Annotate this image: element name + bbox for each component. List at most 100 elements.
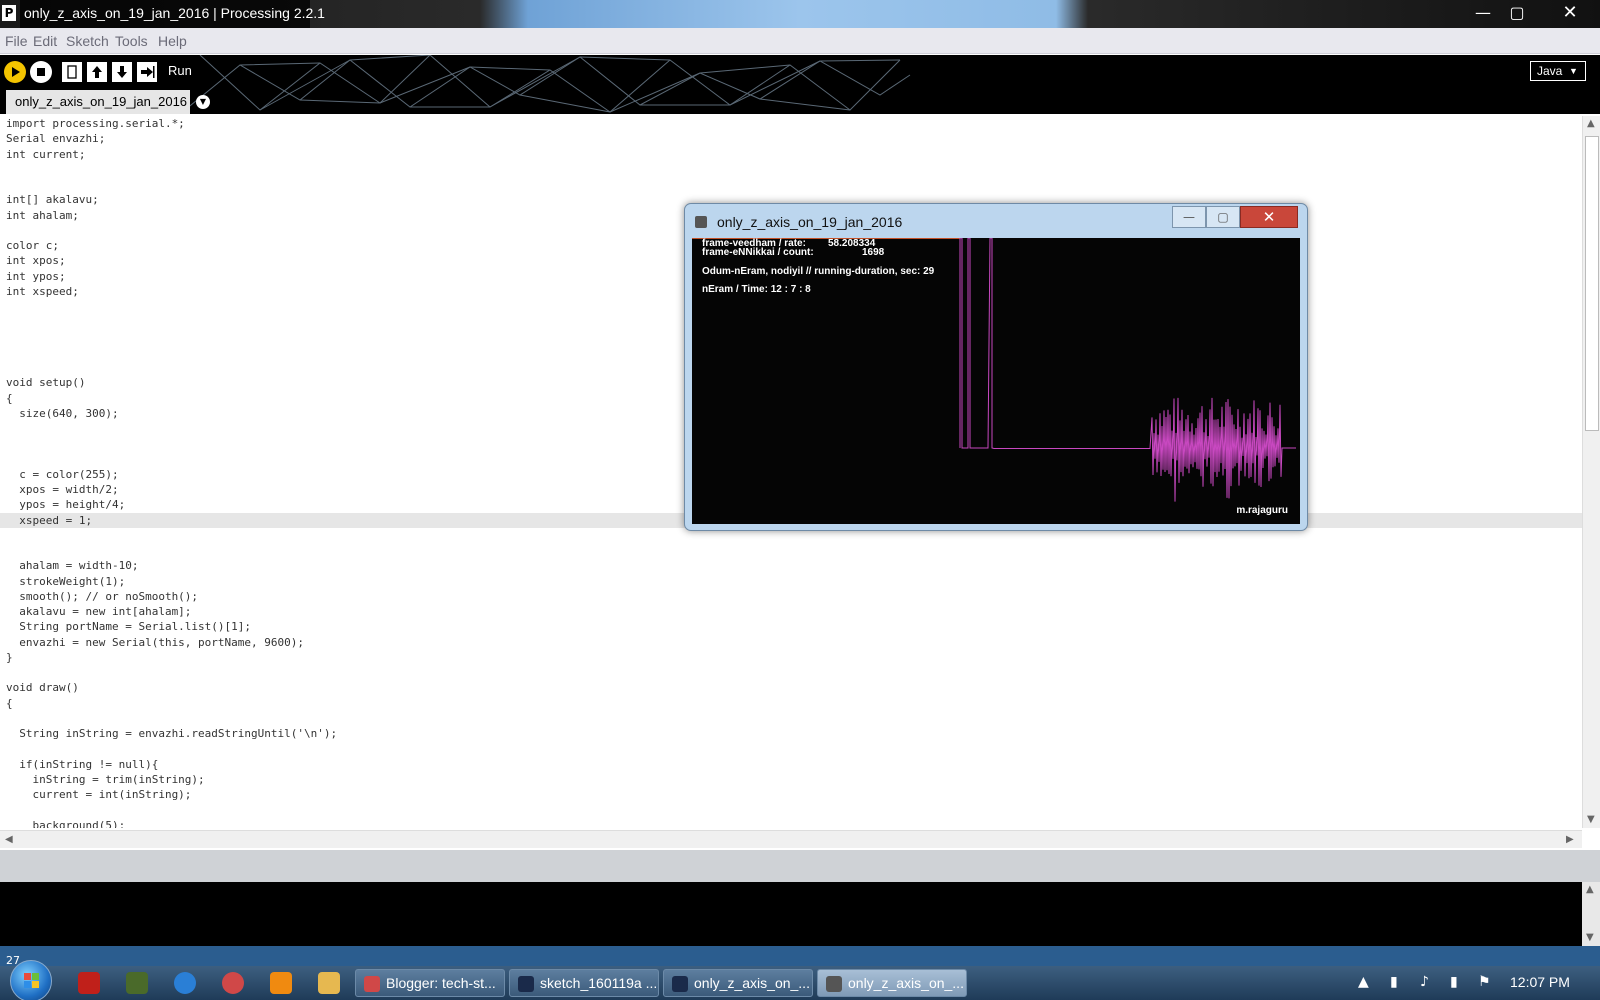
arrow-right-icon (141, 66, 155, 78)
code-line[interactable]: } (0, 650, 1582, 665)
code-line[interactable]: String inString = envazhi.readStringUnti… (0, 726, 1582, 741)
code-line[interactable]: { (0, 696, 1582, 711)
vlc-icon[interactable] (270, 972, 292, 994)
code-line[interactable]: import processing.serial.*; (0, 116, 1582, 131)
sketch-canvas[interactable]: m.rajaguru frame-veedham / rate: 58.20833… (692, 238, 1300, 524)
code-line[interactable]: current = int(inString); (0, 787, 1582, 802)
run-button[interactable] (4, 61, 26, 83)
tab-menu-icon[interactable]: ▼ (196, 95, 210, 109)
menu-edit[interactable]: Edit (33, 33, 57, 49)
start-button[interactable] (10, 960, 52, 1000)
mode-label: Java (1537, 64, 1563, 78)
code-line[interactable]: akalavu = new int[ahalam]; (0, 604, 1582, 619)
sketch-maximize-button[interactable]: ▢ (1206, 206, 1240, 228)
media-app-icon[interactable] (126, 972, 148, 994)
action-center-flag-icon[interactable]: ⚑ (1478, 974, 1491, 990)
console-scrollbar[interactable]: ▲ ▼ (1582, 882, 1600, 946)
play-icon (12, 67, 20, 77)
waveform-line (959, 238, 1296, 502)
code-line[interactable]: inString = trim(inString); (0, 772, 1582, 787)
toolbar-status-label: Run (168, 63, 192, 78)
scroll-down-icon[interactable]: ▼ (1586, 932, 1594, 943)
code-line[interactable]: envazhi = new Serial(this, portName, 960… (0, 635, 1582, 650)
battery-icon[interactable]: ▮ (1450, 974, 1458, 990)
volume-icon[interactable]: ♪ (1420, 974, 1429, 990)
scroll-right-icon[interactable]: ▶ (1566, 834, 1574, 845)
code-line[interactable]: String portName = Serial.list()[1]; (0, 619, 1582, 634)
taskbar-task-sketch[interactable]: sketch_160119a ... (509, 969, 659, 997)
export-button[interactable] (137, 62, 157, 82)
taskbar-task-sketch-window[interactable]: only_z_axis_on_... (817, 969, 967, 997)
sketch-minimize-button[interactable]: — (1172, 206, 1206, 228)
toolbar-background-mesh (180, 55, 911, 114)
waveform-plot (692, 238, 1296, 502)
code-line[interactable]: smooth(); // or noSmooth(); (0, 589, 1582, 604)
new-file-icon (67, 65, 77, 79)
menu-bar: File Edit Sketch Tools Help (0, 28, 1600, 54)
code-line[interactable]: Serial envazhi; (0, 131, 1582, 146)
pdf-reader-icon[interactable] (78, 972, 100, 994)
toolbar: Run Java ▼ only_z_axis_on_19_jan_2016 ▼ (0, 55, 1600, 114)
desktop: P only_z_axis_on_19_jan_2016 | Processin… (0, 0, 1600, 1000)
taskbar-task-processing[interactable]: only_z_axis_on_... (663, 969, 813, 997)
maximize-button[interactable]: ▢ (1502, 2, 1532, 24)
menu-file[interactable]: File (5, 33, 28, 49)
taskbar-task-blogger[interactable]: Blogger: tech-st... (355, 969, 505, 997)
author-signature: m.rajaguru (1236, 505, 1288, 516)
console-output[interactable] (0, 882, 1582, 946)
processing-icon (518, 976, 534, 992)
window-icon (695, 216, 707, 228)
show-hidden-icons-icon[interactable]: ▲ (1358, 974, 1369, 990)
code-line[interactable]: ahalam = width-10; (0, 558, 1582, 573)
code-line[interactable]: if(inString != null){ (0, 757, 1582, 772)
menu-sketch[interactable]: Sketch (66, 33, 109, 49)
menu-tools[interactable]: Tools (115, 33, 148, 49)
scroll-up-icon[interactable]: ▲ (1587, 118, 1595, 129)
processing-logo-icon: P (2, 5, 16, 21)
chrome-icon[interactable] (222, 972, 244, 994)
scroll-down-icon[interactable]: ▼ (1587, 814, 1595, 825)
code-line[interactable]: int current; (0, 147, 1582, 162)
stop-button[interactable] (30, 61, 52, 83)
scroll-left-icon[interactable]: ◀ (5, 834, 13, 845)
clock[interactable]: 12:07 PM (1510, 974, 1570, 990)
sketch-close-button[interactable]: ✕ (1240, 206, 1298, 228)
code-line[interactable]: strokeWeight(1); (0, 574, 1582, 589)
network-icon[interactable]: ▮ (1390, 974, 1398, 990)
arrow-up-icon (92, 66, 102, 78)
window-icon (826, 976, 842, 992)
overlay-text: nEram / Time: 12 : 7 : 8 (702, 284, 811, 295)
scrollbar-thumb[interactable] (1585, 136, 1599, 431)
code-line[interactable]: void draw() (0, 680, 1582, 695)
sketch-window-title: only_z_axis_on_19_jan_2016 (717, 214, 903, 230)
windows-logo-icon (24, 973, 39, 988)
window-title: only_z_axis_on_19_jan_2016 | Processing … (24, 5, 325, 21)
message-area (0, 850, 1600, 882)
editor-vertical-scrollbar[interactable]: ▲ ▼ (1582, 116, 1600, 828)
overlay-text: Odum-nEram, nodiyil // running-duration,… (702, 266, 935, 277)
minimize-button[interactable]: — (1468, 2, 1498, 24)
new-button[interactable] (62, 62, 82, 82)
folder-icon[interactable] (318, 972, 340, 994)
taskbar: Blogger: tech-st... sketch_160119a ... o… (0, 960, 1600, 1000)
scroll-up-icon[interactable]: ▲ (1586, 884, 1594, 895)
stop-icon (37, 68, 45, 76)
open-button[interactable] (87, 62, 107, 82)
internet-explorer-icon[interactable] (174, 972, 196, 994)
tab-sketch[interactable]: only_z_axis_on_19_jan_2016 (6, 90, 190, 114)
line-number-indicator: 27 (0, 946, 1600, 968)
sketch-window[interactable]: only_z_axis_on_19_jan_2016 — ▢ ✕ m.rajag… (684, 203, 1308, 531)
mode-selector[interactable]: Java ▼ (1530, 61, 1586, 81)
title-bar: P only_z_axis_on_19_jan_2016 | Processin… (0, 0, 1600, 28)
chevron-down-icon: ▼ (1569, 66, 1578, 76)
code-line[interactable]: background(5); (0, 818, 1582, 829)
overlay-text: 1698 (862, 247, 885, 258)
close-button[interactable]: ✕ (1552, 2, 1588, 24)
menu-help[interactable]: Help (158, 33, 187, 49)
processing-icon (672, 976, 688, 992)
overlay-text: frame-eNNikkai / count: (702, 247, 814, 258)
chrome-icon (364, 976, 380, 992)
editor-horizontal-scrollbar[interactable]: ◀ ▶ (0, 830, 1582, 848)
save-button[interactable] (112, 62, 132, 82)
arrow-down-icon (117, 66, 127, 78)
